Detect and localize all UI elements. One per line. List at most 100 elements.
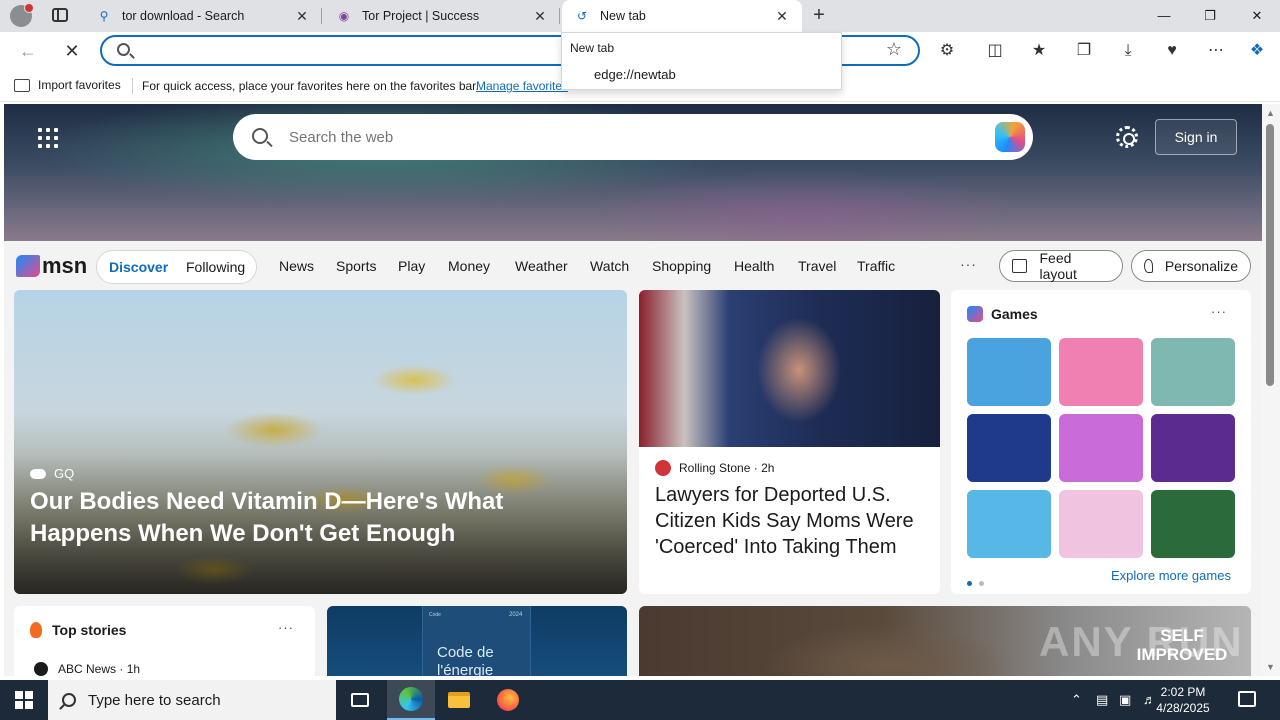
settings-more-icon[interactable]: ⋯ xyxy=(1204,39,1228,63)
tab-following[interactable]: Following xyxy=(186,259,245,275)
source-name: ABC News xyxy=(58,662,117,676)
address-input[interactable] xyxy=(142,41,562,61)
game-tile[interactable] xyxy=(1151,338,1235,406)
carousel-dot[interactable] xyxy=(979,581,984,586)
taskbar-clock[interactable]: 2:02 PM 4/28/2025 xyxy=(1150,684,1216,716)
nav-traffic[interactable]: Traffic xyxy=(857,258,895,274)
nav-news[interactable]: News xyxy=(279,258,314,274)
personalize-button[interactable]: Personalize xyxy=(1131,250,1251,282)
book-story-card[interactable]: Code 2024 Code de l'énergie xyxy=(327,606,627,676)
feed-layout-button[interactable]: Feed layout xyxy=(999,250,1123,282)
game-tile[interactable] xyxy=(1059,338,1143,406)
self-improved-logo: SELF IMPROVED xyxy=(1136,626,1228,664)
network-icon[interactable]: ▣ xyxy=(1119,692,1131,708)
collections-icon[interactable]: ❐ xyxy=(1072,39,1096,63)
back-button[interactable]: ← xyxy=(16,39,40,63)
tab-discover[interactable]: Discover xyxy=(109,259,168,275)
msn-search-box[interactable] xyxy=(233,114,1033,160)
feed-pill-group: Discover Following xyxy=(96,250,257,284)
add-favorite-star-icon[interactable]: ☆ xyxy=(886,39,902,60)
nav-watch[interactable]: Watch xyxy=(590,258,629,274)
copilot-icon[interactable] xyxy=(995,122,1025,152)
tab-tor-download-search[interactable]: ⚲ tor download - Search ✕ xyxy=(84,0,322,32)
downloads-icon[interactable]: ⤓ xyxy=(1116,39,1140,63)
task-view-button[interactable] xyxy=(336,680,384,720)
game-tile[interactable] xyxy=(1151,490,1235,558)
news-story-card[interactable]: Rolling Stone · 2h Lawyers for Deported … xyxy=(639,290,940,594)
msn-search-input[interactable] xyxy=(289,127,889,147)
show-hidden-icons-chevron-icon[interactable]: ⌃ xyxy=(1071,692,1082,708)
page-scrollbar[interactable]: ▲ ▼ xyxy=(1262,104,1280,676)
game-tile[interactable] xyxy=(1151,414,1235,482)
notifications-icon[interactable] xyxy=(1238,691,1256,707)
import-favorites-button[interactable]: Import favorites xyxy=(14,78,121,92)
scrollbar-thumb[interactable] xyxy=(1266,124,1274,386)
tab-tor-project-success[interactable]: ◉ Tor Project | Success ✕ xyxy=(324,0,560,32)
sign-in-button[interactable]: Sign in xyxy=(1155,119,1237,155)
edge-taskbar-button[interactable] xyxy=(387,680,435,720)
msn-new-tab-page: Sign in msn Discover Following News Spor… xyxy=(4,104,1262,676)
games-card: Games ··· Explore more games xyxy=(951,290,1251,594)
taskbar-search-box[interactable]: Type here to search xyxy=(48,680,336,720)
hero-background: Sign in xyxy=(4,104,1262,241)
favorites-icon[interactable]: ★ xyxy=(1027,39,1051,63)
profile-avatar[interactable] xyxy=(10,3,34,27)
firefox-taskbar-button[interactable] xyxy=(484,680,532,720)
nav-money[interactable]: Money xyxy=(448,258,490,274)
game-tile[interactable] xyxy=(967,338,1051,406)
scroll-up-arrow-icon[interactable]: ▲ xyxy=(1266,108,1275,118)
book-cover-image: Code 2024 Code de l'énergie xyxy=(422,606,531,676)
extensions-icon[interactable]: ⚙ xyxy=(935,39,959,63)
stop-loading-button[interactable]: ✕ xyxy=(60,39,84,63)
msn-logo[interactable]: msn xyxy=(16,253,87,279)
folder-icon xyxy=(448,692,470,708)
story-headline[interactable]: Lawyers for Deported U.S. Citizen Kids S… xyxy=(655,482,930,560)
nav-more-button[interactable]: ··· xyxy=(960,256,977,272)
game-tile[interactable] xyxy=(1059,414,1143,482)
game-tile[interactable] xyxy=(967,414,1051,482)
file-explorer-taskbar-button[interactable] xyxy=(435,680,483,720)
explore-more-games-link[interactable]: Explore more games xyxy=(1111,568,1231,583)
story-headline[interactable]: Our Bodies Need Vitamin D—Here's What Ha… xyxy=(30,486,610,550)
story-age: 1h xyxy=(126,662,141,676)
feed-layout-label: Feed layout xyxy=(1039,250,1077,282)
new-tab-button[interactable]: + xyxy=(808,4,830,26)
page-settings-gear-icon[interactable] xyxy=(1116,126,1138,148)
scroll-down-arrow-icon[interactable]: ▼ xyxy=(1266,662,1275,672)
close-tab-icon[interactable]: ✕ xyxy=(294,8,310,25)
apps-launcher-icon[interactable] xyxy=(38,128,58,148)
suggestion-item[interactable]: edge://newtab xyxy=(594,67,676,82)
browser-essentials-icon[interactable]: ♥ xyxy=(1160,39,1184,63)
nav-sports[interactable]: Sports xyxy=(336,258,376,274)
close-tab-icon[interactable]: ✕ xyxy=(774,8,790,25)
restore-button[interactable]: ❐ xyxy=(1198,4,1222,28)
nav-play[interactable]: Play xyxy=(398,258,425,274)
tab-new-tab[interactable]: ↺ New tab ✕ xyxy=(562,0,802,32)
nav-travel[interactable]: Travel xyxy=(798,258,836,274)
nav-weather[interactable]: Weather xyxy=(515,258,568,274)
nav-health[interactable]: Health xyxy=(734,258,774,274)
game-tile[interactable] xyxy=(1059,490,1143,558)
tab-title: tor download - Search xyxy=(122,9,245,23)
featured-story-card[interactable]: GQ Our Bodies Need Vitamin D—Here's What… xyxy=(14,290,627,594)
nav-shopping[interactable]: Shopping xyxy=(652,258,711,274)
personalize-label: Personalize xyxy=(1164,258,1238,274)
book-title: Code de l'énergie xyxy=(437,644,494,676)
close-window-button[interactable]: ✕ xyxy=(1245,4,1269,28)
copilot-icon[interactable]: ❖ xyxy=(1245,39,1269,63)
carousel-dot[interactable] xyxy=(967,581,972,586)
top-stories-more-button[interactable]: ··· xyxy=(278,620,294,635)
game-tile[interactable] xyxy=(967,490,1051,558)
device-icon[interactable]: ▤ xyxy=(1096,692,1108,708)
split-screen-icon[interactable]: ◫ xyxy=(983,39,1007,63)
self-improved-story-card[interactable]: ANY RUN SELF IMPROVED xyxy=(639,606,1251,676)
close-tab-icon[interactable]: ✕ xyxy=(532,8,548,25)
msn-nav-row: msn Discover Following News Sports Play … xyxy=(4,241,1262,291)
top-stories-card: Top stories ··· ABC News · 1h xyxy=(14,606,315,676)
search-icon: ⚲ xyxy=(99,9,109,23)
games-more-button[interactable]: ··· xyxy=(1211,304,1227,319)
start-button[interactable] xyxy=(15,691,33,709)
manage-favorites-link[interactable]: Manage favorites xyxy=(476,79,568,93)
minimize-button[interactable]: — xyxy=(1152,4,1176,28)
tab-actions-icon[interactable] xyxy=(52,8,68,22)
